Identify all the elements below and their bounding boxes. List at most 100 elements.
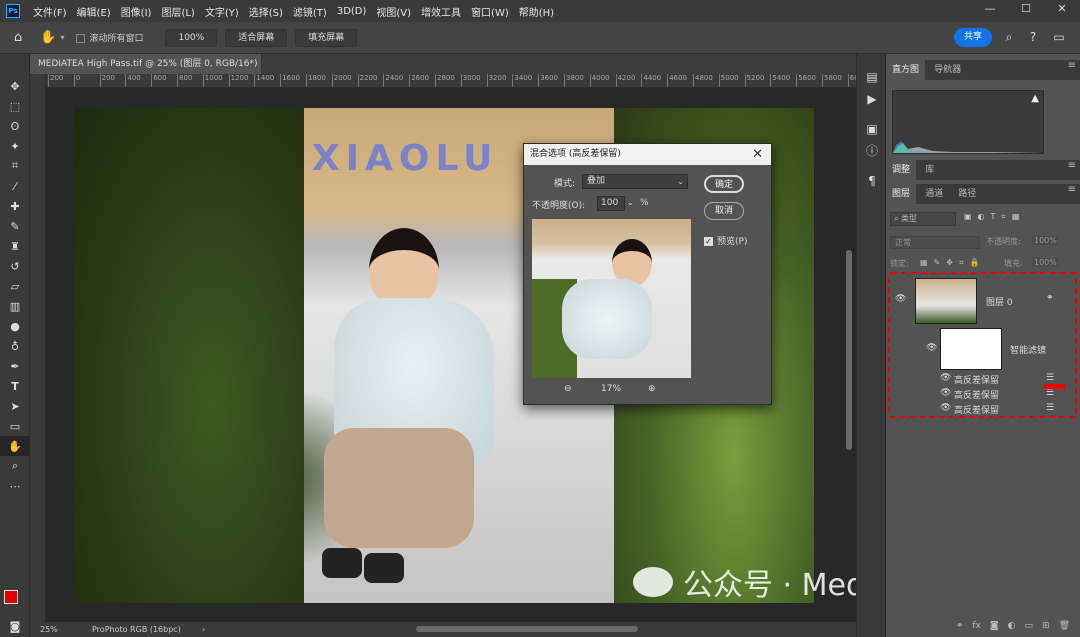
menu-select[interactable]: 选择(S)	[244, 4, 288, 19]
dodge-tool-icon[interactable]: ♁	[0, 336, 30, 356]
preview-checkbox[interactable]: ✓ 预览(P)	[704, 234, 747, 247]
add-mask-icon[interactable]: ◙	[990, 616, 999, 637]
properties-panel-icon[interactable]: ▣	[857, 118, 887, 140]
minimize-icon[interactable]: —	[972, 0, 1008, 22]
eyedropper-tool-icon[interactable]: ⁄	[0, 176, 30, 196]
maximize-icon[interactable]: ☐	[1008, 0, 1044, 22]
tab-navigator[interactable]: 导航器	[928, 60, 967, 80]
menu-plugins[interactable]: 增效工具	[416, 4, 466, 19]
move-tool-icon[interactable]: ✥	[0, 76, 30, 96]
type-tool-icon[interactable]: T	[0, 376, 30, 396]
share-button[interactable]: 共享	[954, 28, 992, 47]
layer-filter-icons[interactable]: ▣◐T⌗▦	[964, 212, 1026, 222]
panel-menu-icon[interactable]: ≡	[1068, 60, 1076, 71]
cancel-button[interactable]: 取消	[704, 202, 744, 220]
home-icon[interactable]: ⌂	[14, 30, 22, 45]
fx-icon[interactable]: fx	[972, 616, 981, 637]
ruler-tick-label: 3400	[512, 74, 532, 87]
opacity-input[interactable]: 100	[597, 196, 625, 211]
ruler-tick-label: 3200	[486, 74, 506, 87]
preview-zoom-out-icon[interactable]: ⊖	[564, 384, 572, 394]
adjustment-layer-icon[interactable]: ◐	[1008, 616, 1016, 637]
tab-libraries[interactable]: 库	[919, 160, 940, 180]
status-zoom[interactable]: 25%	[40, 622, 58, 637]
close-window-icon[interactable]: ✕	[1044, 0, 1080, 22]
tab-channels[interactable]: 通道	[919, 184, 949, 204]
gradient-tool-icon[interactable]: ▥	[0, 296, 30, 316]
vertical-scrollbar[interactable]	[846, 250, 852, 450]
tab-layers[interactable]: 图层	[886, 184, 917, 204]
eraser-tool-icon[interactable]: ▱	[0, 276, 30, 296]
more-tools-icon[interactable]: ⋯	[0, 476, 30, 496]
ruler-tick-label: 2200	[357, 74, 377, 87]
clone-stamp-tool-icon[interactable]: ♜	[0, 236, 30, 256]
preview-subject-jacket	[562, 279, 652, 359]
menu-layer[interactable]: 图层(L)	[156, 4, 199, 19]
path-selection-tool-icon[interactable]: ➤	[0, 396, 30, 416]
dialog-close-icon[interactable]: ✕	[752, 144, 763, 165]
menu-edit[interactable]: 编辑(E)	[72, 4, 116, 19]
pen-tool-icon[interactable]: ✒	[0, 356, 30, 376]
new-group-icon[interactable]: ▭	[1025, 616, 1034, 637]
magic-wand-tool-icon[interactable]: ✦	[0, 136, 30, 156]
layer-filter-select[interactable]: ⌕ 类型	[890, 212, 956, 226]
menu-image[interactable]: 图像(I)	[116, 4, 157, 19]
actions-panel-icon[interactable]: ▶	[857, 88, 887, 110]
blend-mode-select[interactable]: 正常	[890, 236, 980, 249]
horizontal-scrollbar[interactable]	[416, 626, 638, 632]
fill-value[interactable]: 100%	[1032, 258, 1058, 267]
info-panel-icon[interactable]: ⓘ	[857, 140, 887, 162]
character-panel-icon[interactable]: ¶	[857, 170, 887, 192]
fill-screen-button[interactable]: 填充屏幕	[295, 28, 358, 47]
zoom-100-button[interactable]: 100%	[165, 28, 218, 47]
healing-brush-tool-icon[interactable]: ✚	[0, 196, 30, 216]
workspace-icon[interactable]: ▭	[1052, 30, 1066, 44]
lasso-tool-icon[interactable]: ʘ	[0, 116, 30, 136]
scroll-all-windows-checkbox[interactable]: 滚动所有窗口	[76, 31, 143, 44]
shape-tool-icon[interactable]: ▭	[0, 416, 30, 436]
menu-view[interactable]: 视图(V)	[371, 4, 416, 19]
opacity-dropdown-icon[interactable]: ⌄	[627, 198, 634, 207]
history-panel-icon[interactable]: ▤	[857, 66, 887, 88]
ok-button[interactable]: 确定	[704, 175, 744, 193]
link-layers-icon[interactable]: ⚭	[956, 616, 964, 637]
lock-icons[interactable]: ▦✎✥⌗🔒	[920, 258, 985, 268]
layer-filter-row: ⌕ 类型 ▣◐T⌗▦	[886, 212, 1080, 228]
mode-value: 叠加	[587, 176, 606, 186]
warning-icon[interactable]: ▲	[1031, 93, 1039, 104]
help-icon[interactable]: ?	[1026, 30, 1040, 44]
delete-layer-icon[interactable]: 🗑	[1059, 616, 1070, 637]
search-icon[interactable]: ⌕	[1002, 30, 1016, 44]
quick-mask-icon[interactable]: ◙	[0, 616, 30, 636]
menu-filter[interactable]: 滤镜(T)	[288, 4, 332, 19]
panel-menu-icon[interactable]: ≡	[1068, 184, 1076, 195]
menu-help[interactable]: 帮助(H)	[514, 4, 559, 19]
menu-type[interactable]: 文字(Y)	[200, 4, 244, 19]
tab-histogram[interactable]: 直方图	[886, 60, 926, 80]
mode-select[interactable]: 叠加 ⌄	[582, 174, 688, 189]
blur-tool-icon[interactable]: ●	[0, 316, 30, 336]
new-layer-icon[interactable]: ⊞	[1042, 616, 1050, 637]
document-tab[interactable]: MEDIATEA High Pass.tif @ 25% (图层 0, RGB/…	[30, 54, 262, 89]
chevron-down-icon[interactable]: ▾	[60, 33, 64, 42]
zoom-tool-icon[interactable]: ⌕	[0, 456, 30, 476]
menu-window[interactable]: 窗口(W)	[466, 4, 514, 19]
hand-tool-active-icon[interactable]: ✋	[0, 436, 30, 456]
crop-tool-icon[interactable]: ⌗	[0, 156, 30, 176]
menu-bar: Ps 文件(F) 编辑(E) 图像(I) 图层(L) 文字(Y) 选择(S) 滤…	[0, 0, 1080, 22]
history-brush-tool-icon[interactable]: ↺	[0, 256, 30, 276]
menu-file[interactable]: 文件(F)	[28, 4, 72, 19]
dialog-preview-image[interactable]	[532, 219, 691, 378]
brush-tool-icon[interactable]: ✎	[0, 216, 30, 236]
marquee-tool-icon[interactable]: ⬚	[0, 96, 30, 116]
layer-opacity-value[interactable]: 100%	[1032, 236, 1058, 245]
checkmark-icon: ✓	[704, 237, 713, 246]
preview-zoom-in-icon[interactable]: ⊕	[648, 384, 656, 394]
tab-paths[interactable]: 路径	[952, 184, 982, 204]
foreground-color-swatch[interactable]	[4, 590, 18, 604]
menu-3d[interactable]: 3D(D)	[332, 6, 372, 17]
status-menu-chevron-icon[interactable]: ›	[202, 622, 205, 637]
panel-menu-icon[interactable]: ≡	[1068, 160, 1076, 171]
fit-screen-button[interactable]: 适合屏幕	[225, 28, 288, 47]
tab-adjustments[interactable]: 调整	[886, 160, 917, 180]
